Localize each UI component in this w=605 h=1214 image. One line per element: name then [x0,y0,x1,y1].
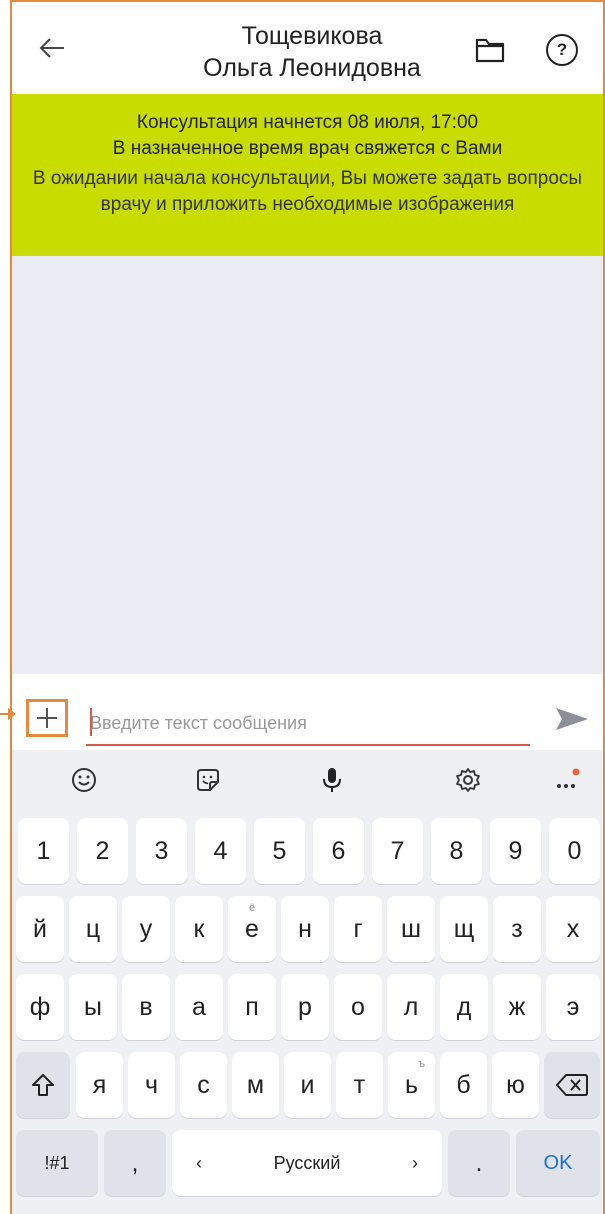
key-letter[interactable]: ы [69,974,117,1040]
key-char: е [245,914,259,943]
more-dots-icon [557,768,580,788]
comma-key[interactable]: , [104,1130,166,1196]
key-letter[interactable]: д [440,974,488,1040]
message-input[interactable] [86,702,530,746]
sticker-icon [197,769,219,791]
key-letter[interactable]: п [228,974,276,1040]
banner-doctor-contact: В назначенное время врач свяжется с Вами [112,138,503,159]
send-button[interactable] [552,704,592,734]
key-letter[interactable]: ч [128,1052,175,1118]
key-letter[interactable]: й [16,896,64,962]
key-9[interactable]: 9 [490,818,541,884]
key-letter[interactable]: а [175,974,223,1040]
smiley-icon [72,768,96,792]
key-4[interactable]: 4 [195,818,246,884]
backspace-key[interactable] [544,1052,600,1118]
key-letter[interactable]: ж [493,974,541,1040]
symbols-key[interactable]: !#1 [16,1130,98,1196]
backspace-icon [556,1074,588,1096]
key-letter-soft-sign[interactable]: ъ ь [388,1052,435,1118]
shift-arrow-icon [32,1074,54,1096]
back-button[interactable] [34,30,70,66]
key-letter[interactable]: в [122,974,170,1040]
key-letter[interactable]: о [334,974,382,1040]
ok-key[interactable]: OK [516,1130,600,1196]
space-key[interactable]: ‹ Русский › [172,1130,442,1196]
arrow-left-icon [39,38,64,58]
message-composer [0,674,603,750]
help-button[interactable]: ? [546,34,578,66]
language-next-icon: › [411,1152,418,1173]
key-letter[interactable]: м [232,1052,279,1118]
key-7[interactable]: 7 [372,818,423,884]
key-5[interactable]: 5 [254,818,305,884]
language-prev-icon: ‹ [196,1152,202,1173]
keyboard-toolbar [12,750,603,810]
shift-key[interactable] [16,1052,70,1118]
microphone-icon [323,768,341,792]
plus-icon [37,708,57,728]
keyboard-settings-button[interactable] [452,764,484,796]
key-letter[interactable]: б [440,1052,487,1118]
key-letter[interactable]: ш [387,896,435,962]
app-header: Тощевикова Ольга Леонидовна ? [12,2,603,94]
key-alt-char: ё [248,902,256,914]
key-letter[interactable]: р [281,974,329,1040]
key-letter[interactable]: г [334,896,382,962]
screen: Тощевикова Ольга Леонидовна ? Консультац… [0,0,605,1214]
key-letter[interactable]: щ [440,896,488,962]
sticker-button[interactable] [192,764,224,796]
key-2[interactable]: 2 [77,818,128,884]
attach-button[interactable] [26,699,68,737]
key-3[interactable]: 3 [136,818,187,884]
consultation-banner: Консультация начнется 08 июля, 17:00 В н… [12,94,603,256]
voice-input-button[interactable] [316,764,348,796]
key-letter[interactable]: х [546,896,600,962]
key-8[interactable]: 8 [431,818,482,884]
key-6[interactable]: 6 [313,818,364,884]
banner-start-time: Консультация начнется 08 июля, 17:00 [136,112,479,133]
question-icon: ? [556,40,568,59]
pointer-arrow-head [8,708,16,720]
title-line-2: Ольга Леонидовна [203,54,421,82]
key-0[interactable]: 0 [549,818,600,884]
key-letter[interactable]: с [180,1052,227,1118]
key-letter[interactable]: н [281,896,329,962]
folder-button[interactable] [474,36,506,64]
key-alt-char: ъ [418,1058,425,1070]
key-letter[interactable]: у [122,896,170,962]
banner-description: В ожидании начала консультации, Вы может… [32,168,583,215]
key-letter-e[interactable]: ё е [228,896,276,962]
key-letter[interactable]: з [493,896,541,962]
key-letter[interactable]: ю [492,1052,539,1118]
key-letter[interactable]: ф [16,974,64,1040]
send-icon [556,708,588,730]
more-options-button[interactable] [552,764,584,796]
folder-icon [475,38,505,63]
chat-area[interactable] [12,256,603,674]
text-cursor [90,708,92,736]
key-letter[interactable]: э [546,974,600,1040]
on-screen-keyboard: 1 2 3 4 5 6 7 8 9 0 й ц у к ё е н г ш щ … [12,750,603,1214]
title-line-1: Тощевикова [241,22,383,50]
key-letter[interactable]: ц [69,896,117,962]
gear-icon [456,768,480,792]
page-title: Тощевикова Ольга Леонидовна [142,20,482,84]
key-letter[interactable]: т [336,1052,383,1118]
key-1[interactable]: 1 [18,818,69,884]
period-key[interactable]: . [448,1130,510,1196]
language-label: Русский [273,1152,341,1173]
key-letter[interactable]: л [387,974,435,1040]
key-char: ь [404,1070,419,1099]
key-letter[interactable]: я [76,1052,123,1118]
key-letter[interactable]: к [175,896,223,962]
key-letter[interactable]: и [284,1052,331,1118]
emoji-button[interactable] [68,764,100,796]
